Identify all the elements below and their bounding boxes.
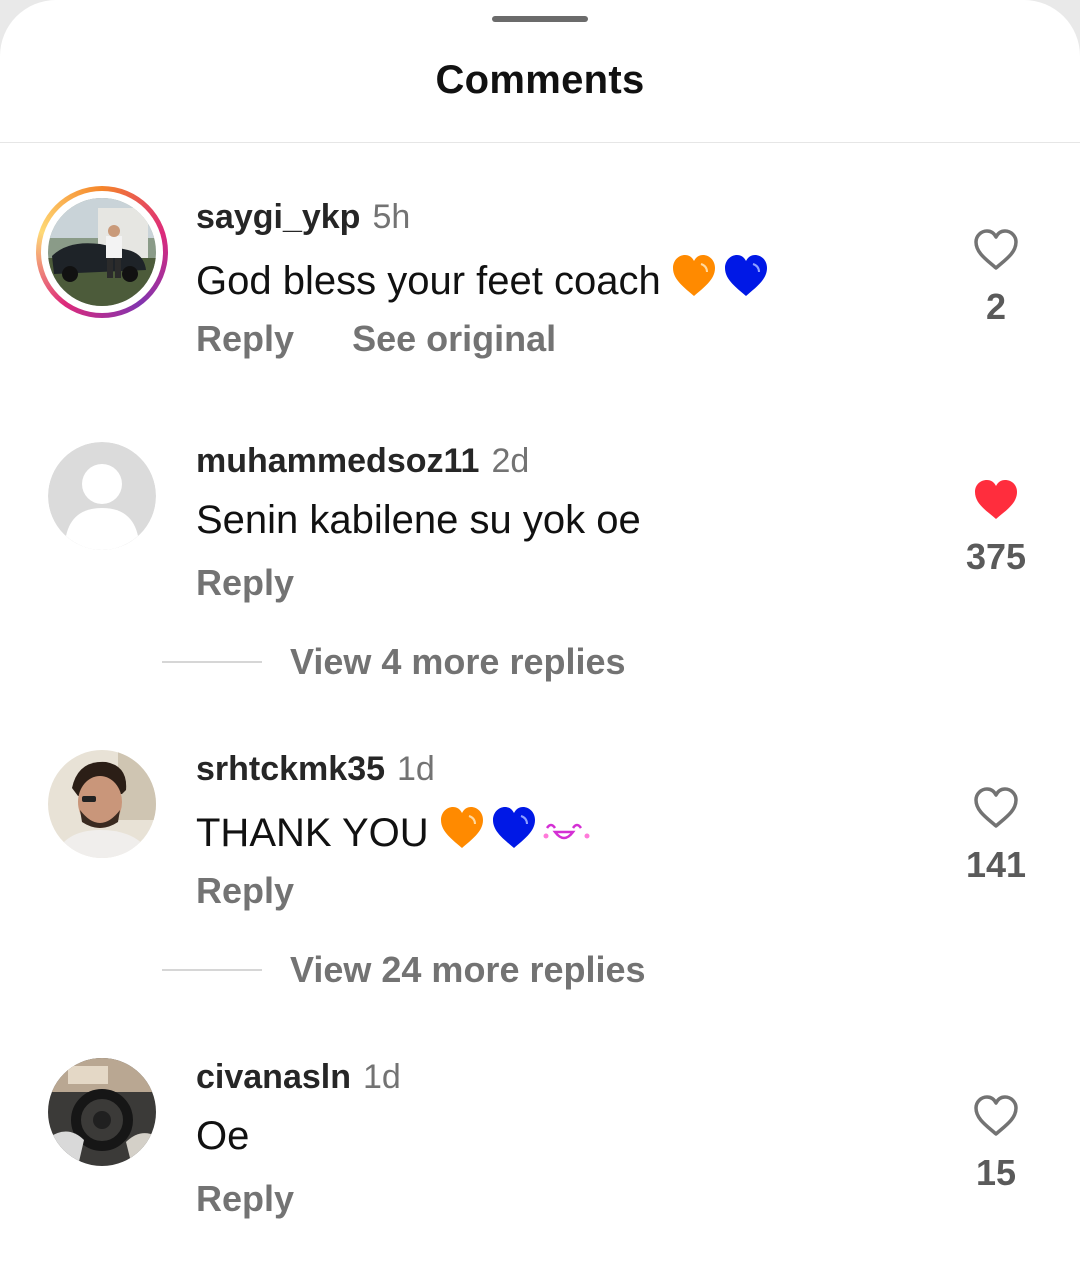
view-more-replies[interactable]: View 4 more replies	[162, 637, 862, 687]
comment-actions: Reply	[196, 1178, 294, 1220]
comment-username[interactable]: srhtckmk35	[196, 750, 385, 788]
replies-divider	[162, 969, 262, 971]
like-column: 2	[950, 228, 1042, 328]
heart-outline-icon[interactable]	[972, 1094, 1020, 1138]
title-divider	[0, 142, 1080, 143]
orange-heart-icon	[439, 806, 485, 860]
heart-filled-icon[interactable]	[972, 478, 1020, 522]
like-column: 141	[950, 786, 1042, 886]
comment-actions: Reply	[196, 870, 294, 912]
like-column: 15	[950, 1094, 1042, 1194]
reply-button[interactable]: Reply	[196, 1178, 294, 1220]
see-original-button[interactable]: See original	[352, 318, 556, 360]
comment-time: 5h	[372, 198, 411, 236]
orange-heart-icon	[671, 254, 717, 308]
comment-time: 1d	[362, 1058, 401, 1096]
avatar[interactable]	[48, 1058, 156, 1166]
avatar	[48, 198, 156, 306]
comment-username[interactable]: civanasln	[196, 1058, 351, 1096]
comment-username[interactable]: saygi_ykp	[196, 198, 360, 236]
comment-header: muhammedsoz11 2d	[196, 442, 529, 481]
avatar-story-ring[interactable]	[36, 186, 168, 318]
comments-sheet: Comments saygi_ykp 5h God bless your fee…	[0, 0, 1080, 1281]
comment-actions: Reply	[196, 562, 294, 604]
view-replies-label: View 4 more replies	[290, 641, 626, 682]
comment-item: civanasln 1d Oe Reply 15	[0, 1058, 1080, 1258]
default-avatar-icon	[48, 442, 156, 550]
comment-item: srhtckmk35 1d THANK YOU Reply 141	[0, 750, 1080, 950]
reply-button[interactable]: Reply	[196, 562, 294, 604]
comment-body: Oe	[196, 1114, 249, 1159]
comment-body: THANK YOU	[196, 806, 591, 860]
replies-divider	[162, 661, 262, 663]
blue-heart-icon	[723, 254, 769, 308]
comment-text: THANK YOU	[196, 810, 429, 855]
reply-button[interactable]: Reply	[196, 870, 294, 912]
comment-item: muhammedsoz11 2d Senin kabilene su yok oe…	[0, 442, 1080, 642]
comment-header: srhtckmk35 1d	[196, 750, 435, 789]
like-count: 375	[965, 536, 1027, 577]
blue-heart-icon	[491, 806, 537, 860]
like-column: 375	[950, 478, 1042, 578]
comment-body: Senin kabilene su yok oe	[196, 498, 641, 543]
sheet-title: Comments	[435, 58, 645, 102]
comment-actions: Reply See original	[196, 318, 556, 360]
comment-item: saygi_ykp 5h God bless your feet coach Re…	[0, 186, 1080, 398]
heart-outline-icon[interactable]	[972, 786, 1020, 830]
view-more-replies[interactable]: View 24 more replies	[162, 945, 862, 995]
heart-outline-icon[interactable]	[972, 228, 1020, 272]
comment-body: God bless your feet coach	[196, 254, 769, 308]
comment-text: Oe	[196, 1114, 250, 1158]
like-count: 15	[975, 1152, 1017, 1193]
avatar[interactable]	[48, 750, 156, 858]
comment-time: 1d	[397, 750, 435, 788]
sheet-drag-handle[interactable]	[492, 16, 588, 22]
comment-time: 2d	[491, 442, 530, 480]
view-replies-label: View 24 more replies	[290, 949, 646, 990]
comment-username[interactable]: muhammedsoz11	[196, 442, 479, 480]
reply-button[interactable]: Reply	[196, 318, 294, 360]
happy-face-icon	[543, 811, 591, 856]
avatar[interactable]	[48, 442, 156, 550]
comment-text: Senin kabilene su yok oe	[196, 498, 641, 542]
comment-text: God bless your feet coach	[196, 258, 661, 303]
like-count: 141	[965, 844, 1027, 885]
comment-header: civanasln 1d	[196, 1058, 401, 1097]
like-count: 2	[985, 286, 1007, 327]
comment-header: saygi_ykp 5h	[196, 198, 410, 237]
